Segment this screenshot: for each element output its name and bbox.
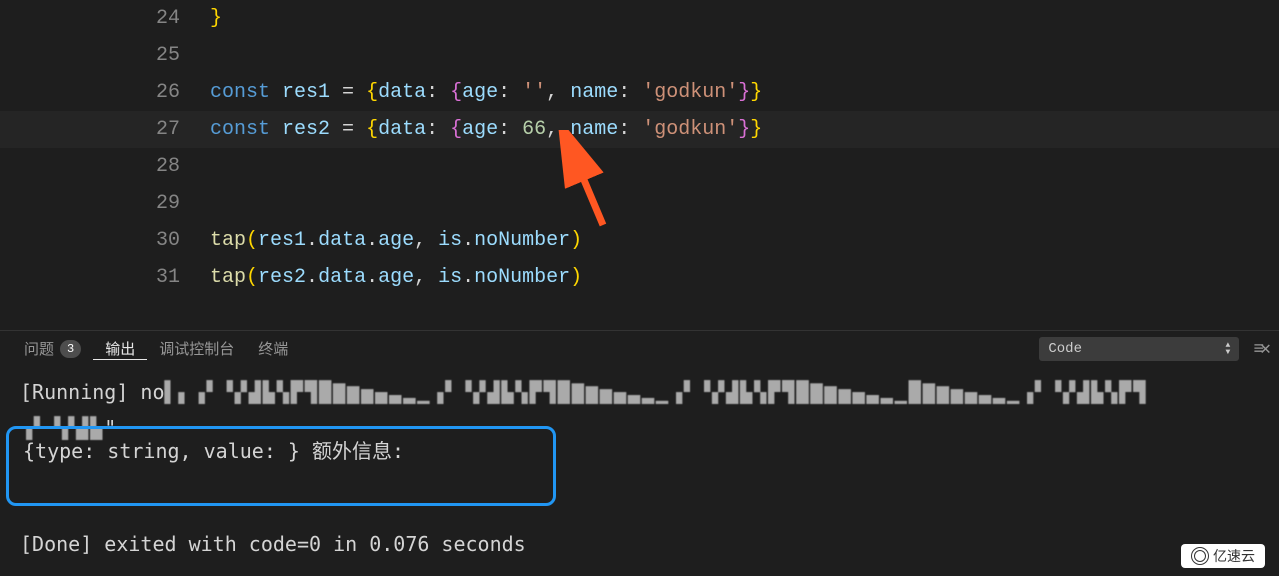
dropdown-value: Code [1048,341,1082,357]
line-content [210,148,1279,185]
tab-debug-console[interactable]: 调试控制台 [147,338,246,359]
line-content: tap(res2.data.age, is.noNumber) [210,259,1279,296]
output-text: {type: string, value: } 额外信息: [23,439,404,463]
code-line[interactable]: 28 [0,148,1279,185]
redacted-text: ▌▖▗▘▝▞▟▙▚▛▜█▇▆▅▄▃▂▁▗▘▝▞▟▙▚▛▜█▇▆▅▄▃▂▁▗▘▝▞… [165,374,1148,410]
clear-output-icon[interactable]: ≡✕ [1253,338,1267,360]
tab-label: 终端 [258,338,288,359]
tab-problems[interactable]: 问题 3 [12,338,93,359]
line-number: 30 [0,222,210,259]
line-content: } [210,0,1279,37]
tab-label: 输出 [105,338,135,359]
output-content[interactable]: [Running] no▌▖▗▘▝▞▟▙▚▛▜█▇▆▅▄▃▂▁▗▘▝▞▟▙▚▛▜… [0,366,1279,570]
line-number: 28 [0,148,210,185]
line-number: 29 [0,185,210,222]
panel-tabs: 问题 3 输出 调试控制台 终端 Code ▲▼ ≡✕ [0,331,1279,366]
line-number: 31 [0,259,210,296]
watermark-text: 亿速云 [1213,546,1255,566]
line-content [210,185,1279,222]
code-line[interactable]: 29 [0,185,1279,222]
bottom-panel: 问题 3 输出 调试控制台 终端 Code ▲▼ ≡✕ [Running] no… [0,330,1279,576]
line-number: 25 [0,37,210,74]
code-line[interactable]: 31tap(res2.data.age, is.noNumber) [0,259,1279,296]
line-number: 26 [0,74,210,111]
code-line[interactable]: 25 [0,37,1279,74]
problems-count-badge: 3 [60,340,81,358]
line-content: const res1 = {data: {age: '', name: 'god… [210,74,1279,111]
code-line[interactable]: 30tap(res1.data.age, is.noNumber) [0,222,1279,259]
line-content: const res2 = {data: {age: 66, name: 'god… [210,111,1279,148]
output-channel-dropdown[interactable]: Code ▲▼ [1039,337,1239,361]
tab-label: 调试控制台 [159,338,234,359]
line-number: 27 [0,111,210,148]
code-line[interactable]: 26const res1 = {data: {age: '', name: 'g… [0,74,1279,111]
watermark-logo-icon [1191,547,1209,565]
output-line: [Done] exited with code=0 in 0.076 secon… [20,526,1259,562]
line-number: 24 [0,0,210,37]
dropdown-caret-icon: ▲▼ [1226,342,1231,356]
tab-output[interactable]: 输出 [93,338,147,360]
code-line[interactable]: 27const res2 = {data: {age: 66, name: 'g… [0,111,1279,148]
highlighted-output: {type: string, value: } 额外信息: [6,426,556,506]
tab-label: 问题 [24,338,54,359]
output-line: [Running] no▌▖▗▘▝▞▟▙▚▛▜█▇▆▅▄▃▂▁▗▘▝▞▟▙▚▛▜… [20,374,1259,410]
watermark: 亿速云 [1181,544,1265,568]
code-editor[interactable]: 24}2526const res1 = {data: {age: '', nam… [0,0,1279,330]
line-content: tap(res1.data.age, is.noNumber) [210,222,1279,259]
code-line[interactable]: 24} [0,0,1279,37]
tab-terminal[interactable]: 终端 [246,338,300,359]
line-content [210,37,1279,74]
